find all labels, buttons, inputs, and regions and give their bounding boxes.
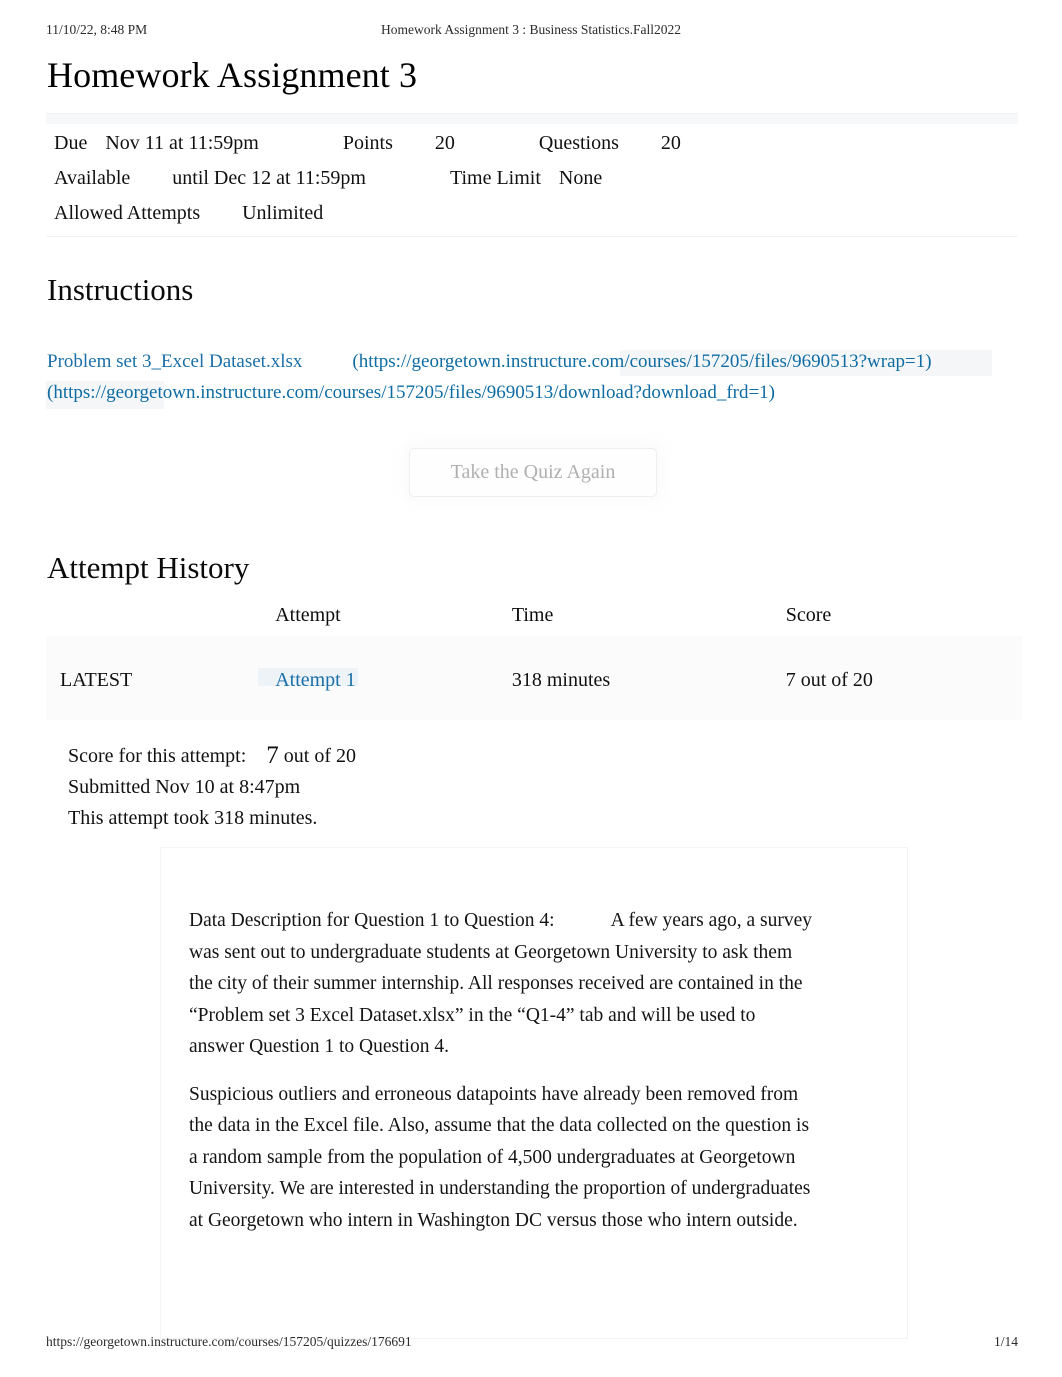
score-suffix: out of 20 [283, 745, 357, 767]
metadata-row-due: Due Nov 11 at 11:59pm Points 20 Questions 20 [54, 126, 681, 161]
table-header-row: Attempt Time Score [46, 604, 1022, 653]
footer-page-number: 1/14 [993, 1334, 1018, 1349]
dataset-file-url: (https://georgetown.instructure.com/cour… [352, 351, 932, 372]
page-footer: https://georgetown.instructure.com/cours… [0, 1334, 1062, 1354]
available-value: until Dec 12 at 11:59pm [172, 167, 366, 189]
questions-value: 20 [660, 132, 681, 154]
dataset-download-url: (https://georgetown.instructure.com/cour… [47, 382, 776, 403]
summary-duration: This attempt took 318 minutes. [68, 807, 318, 829]
question-content-text: Data Description for Question 1 to Quest… [189, 905, 814, 1236]
score-value: 7 [266, 742, 279, 769]
metadata-row-attempts: Allowed Attempts Unlimited [54, 196, 681, 231]
metadata-wash [46, 114, 1018, 124]
attempt-summary: Score for this attempt: 7 out of 20 Submi… [68, 740, 356, 835]
data-description-body: A few years ago, a survey was sent out t… [189, 910, 812, 1057]
take-quiz-again-button[interactable]: Take the Quiz Again [409, 448, 657, 497]
points-value: 20 [434, 132, 455, 154]
outliers-paragraph: Suspicious outliers and erroneous datapo… [189, 1083, 811, 1231]
allowed-attempts-label: Allowed Attempts [54, 202, 201, 224]
due-label: Due [54, 132, 88, 154]
row-attempt-cell: Attempt 1 [275, 653, 512, 708]
metadata-row-available: Available until Dec 12 at 11:59pm Time Lim… [54, 161, 681, 196]
attempt-history-heading: Attempt History [47, 550, 250, 585]
summary-score-line: Score for this attempt: 7 out of 20 [68, 740, 356, 772]
dataset-file-link[interactable]: Problem set 3_Excel Dataset.xlsx [47, 351, 302, 372]
summary-submitted: Submitted Nov 10 at 8:47pm [68, 775, 301, 798]
metadata-rule-top [46, 113, 1018, 114]
questions-label: Questions [538, 132, 619, 154]
col-header-score: Score [785, 604, 832, 626]
attempt-history-table: Attempt Time Score LATEST Attempt 1 318 … [46, 604, 1022, 708]
col-header-marker [46, 604, 275, 653]
data-description-paragraph: Data Description for Question 1 to Quest… [189, 905, 814, 1063]
time-limit-label: Time Limit [449, 167, 541, 189]
allowed-attempts-value: Unlimited [242, 202, 324, 224]
points-label: Points [342, 132, 393, 154]
row-time: 318 minutes [511, 669, 611, 691]
quiz-metadata: Due Nov 11 at 11:59pm Points 20 Questions 20 … [54, 126, 681, 231]
col-header-attempt: Attempt [275, 604, 341, 626]
attempt-1-link[interactable]: Attempt 1 [275, 669, 356, 691]
attempt-history-body: LATEST Attempt 1 318 minutes 7 out of 20 [46, 653, 1022, 708]
row-marker: LATEST [60, 669, 133, 691]
instructions-heading: Instructions [47, 272, 194, 307]
table-row: LATEST Attempt 1 318 minutes 7 out of 20 [46, 653, 1022, 708]
page-title: Homework Assignment 3 [47, 55, 418, 95]
instructions-body: Problem set 3_Excel Dataset.xlsx (https:/… [47, 346, 1007, 408]
print-header: 11/10/22, 8:48 PM Homework Assignment 3 … [0, 22, 1062, 44]
row-score: 7 out of 20 [785, 669, 873, 691]
print-document-title: Homework Assignment 3 : Business Statist… [380, 22, 681, 37]
metadata-rule-bottom [46, 236, 1018, 237]
data-description-lead: Data Description for Question 1 to Quest… [189, 910, 555, 931]
attempt-history-head: Attempt Time Score [46, 604, 1022, 653]
footer-url: https://georgetown.instructure.com/cours… [46, 1334, 412, 1349]
score-for-attempt-label: Score for this attempt: [68, 745, 247, 767]
col-header-time: Time [511, 604, 554, 626]
time-limit-value: None [558, 167, 603, 189]
due-value: Nov 11 at 11:59pm [105, 132, 259, 154]
available-label: Available [54, 167, 131, 189]
